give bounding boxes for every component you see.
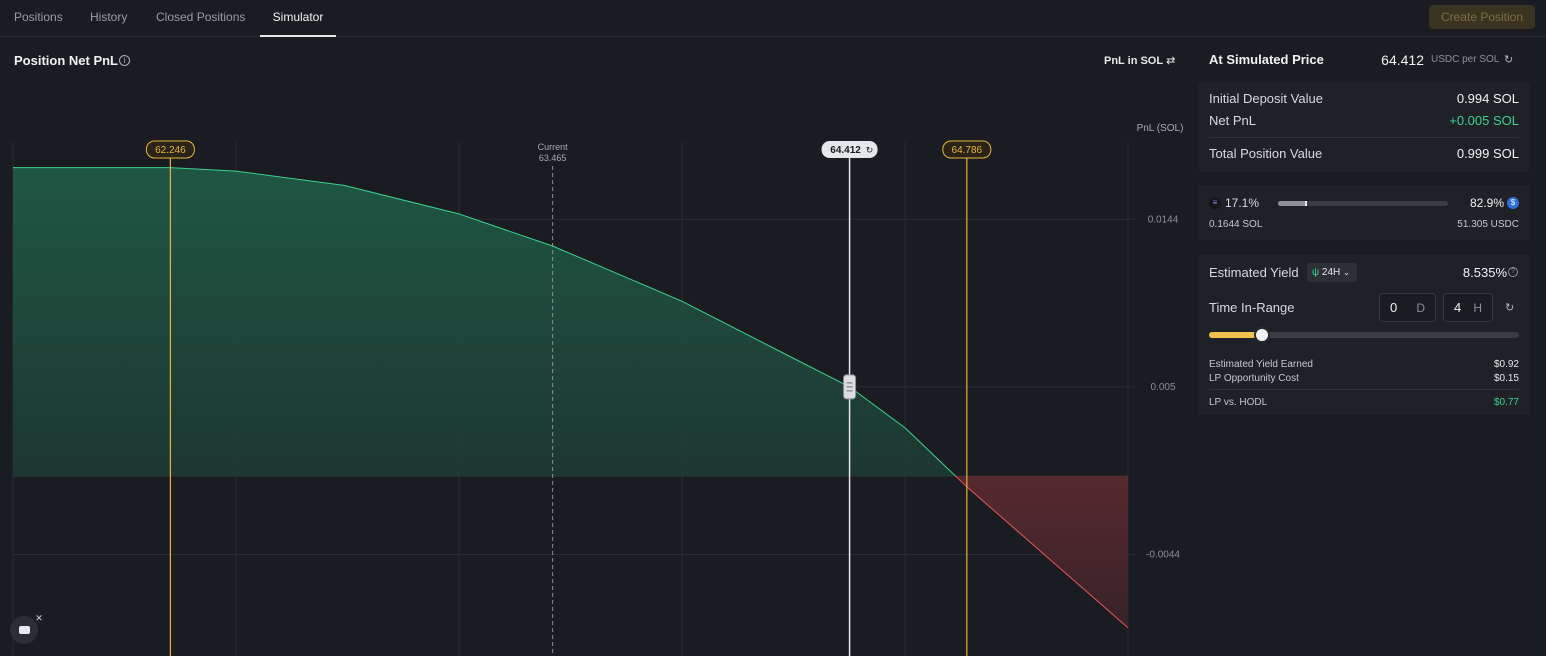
ratio-bar-fill — [1278, 201, 1308, 206]
usdc-percent: 82.9% — [1469, 196, 1504, 210]
sprout-icon: ψ — [1312, 267, 1320, 278]
tab-positions[interactable]: Positions — [14, 0, 63, 37]
yield-earned-value: $0.92 — [1493, 359, 1519, 370]
initial-deposit-label: Initial Deposit Value — [1209, 91, 1323, 106]
days-input[interactable]: 0 D — [1379, 293, 1436, 322]
lp-vs-hodl-value: $0.77 — [1493, 397, 1519, 408]
hours-input[interactable]: 4 H — [1443, 293, 1493, 322]
tab-simulator[interactable]: Simulator — [260, 0, 336, 37]
pnl-chart[interactable]: 62.24664.786Current63.46564.412↻ 61.7446… — [0, 76, 1190, 656]
total-value-value: 0.999 SOL — [1456, 146, 1519, 161]
upper-bound-label: 64.786 — [952, 145, 983, 156]
opp-cost-value: $0.15 — [1493, 373, 1519, 384]
y-tick-label: 0.005 — [1150, 382, 1175, 393]
days-unit: D — [1416, 301, 1425, 315]
opp-cost-label: LP Opportunity Cost — [1209, 373, 1299, 384]
reset-price-icon[interactable]: ↻ — [1504, 53, 1513, 66]
sim-price-label: At Simulated Price — [1209, 52, 1324, 67]
total-value-label: Total Position Value — [1209, 146, 1323, 161]
divider — [1209, 389, 1519, 390]
tab-closed-positions[interactable]: Closed Positions — [156, 0, 245, 37]
swap-icon: ⇄ — [1166, 55, 1176, 67]
chat-icon — [19, 626, 30, 634]
time-in-range-label: Time In-Range — [1209, 300, 1295, 315]
current-price-value: 63.465 — [539, 153, 567, 163]
close-icon[interactable]: ✕ — [33, 612, 45, 624]
chevron-down-icon: ⌄ — [1343, 268, 1350, 277]
yield-card: Estimated Yield ψ 24H ⌄ 8.535% ? Time In… — [1198, 255, 1530, 415]
info-icon[interactable]: i — [119, 55, 130, 66]
initial-deposit-value: 0.994 SOL — [1456, 91, 1519, 106]
time-slider-track[interactable] — [1209, 327, 1519, 343]
simulated-price-label: 64.412 — [830, 145, 861, 156]
days-value: 0 — [1390, 300, 1398, 315]
sim-price-unit: USDC per SOL — [1431, 54, 1500, 65]
time-slider-handle[interactable] — [1253, 327, 1270, 343]
pnl-unit-label: PnL in SOL — [1104, 55, 1164, 67]
sol-amount: 0.1644 SOL — [1209, 219, 1263, 230]
hours-value: 4 — [1454, 300, 1462, 315]
net-pnl-label: Net PnL — [1209, 113, 1256, 128]
divider — [1209, 137, 1519, 138]
net-pnl-value: +0.005 SOL — [1449, 113, 1519, 128]
reset-time-icon[interactable]: ↻ — [1505, 301, 1514, 314]
chart-title: Position Net PnL — [14, 53, 118, 68]
lp-vs-hodl-label: LP vs. HODL — [1209, 397, 1268, 408]
tab-history[interactable]: History — [90, 0, 127, 37]
yield-earned-label: Estimated Yield Earned — [1209, 359, 1313, 370]
sol-percent: 17.1% — [1225, 196, 1260, 210]
pnl-unit-toggle[interactable]: PnL in SOL ⇄ — [1104, 54, 1175, 67]
refresh-icon: ↻ — [866, 146, 874, 156]
positive-pnl-area — [13, 167, 956, 477]
current-price-label: Current — [538, 142, 569, 152]
tab-bar: Positions History Closed Positions Simul… — [0, 0, 1546, 37]
hours-unit: H — [1473, 301, 1482, 315]
y-tick-label: 0.0144 — [1148, 214, 1179, 225]
usdc-token-icon: $ — [1507, 197, 1519, 209]
y-axis-label: PnL (SOL) — [1137, 123, 1184, 134]
help-icon[interactable]: ? — [1508, 267, 1518, 277]
ratio-bar — [1278, 201, 1448, 206]
sol-token-icon: ≡ — [1209, 197, 1221, 209]
period-value: 24H — [1321, 267, 1341, 278]
chart-panel: Position Net PnL i PnL in SOL ⇄ 62.246 64.… — [0, 38, 1190, 656]
sim-price-value: 64.412 — [1381, 52, 1424, 68]
lower-bound-label: 62.246 — [155, 145, 186, 156]
usdc-amount: 51.305 USDC — [1457, 219, 1519, 230]
token-ratio-card: ≡ 17.1% 82.9% $ 0.1644 SOL 51.305 USDC — [1198, 185, 1530, 240]
y-tick-label: -0.0044 — [1146, 550, 1180, 561]
est-yield-value: 8.535% — [1462, 265, 1507, 280]
est-yield-label: Estimated Yield — [1209, 265, 1299, 280]
position-value-card: Initial Deposit Value 0.994 SOL Net PnL … — [1198, 82, 1530, 172]
create-position-button[interactable]: Create Position — [1429, 5, 1535, 29]
period-select[interactable]: ψ 24H ⌄ — [1307, 263, 1357, 282]
